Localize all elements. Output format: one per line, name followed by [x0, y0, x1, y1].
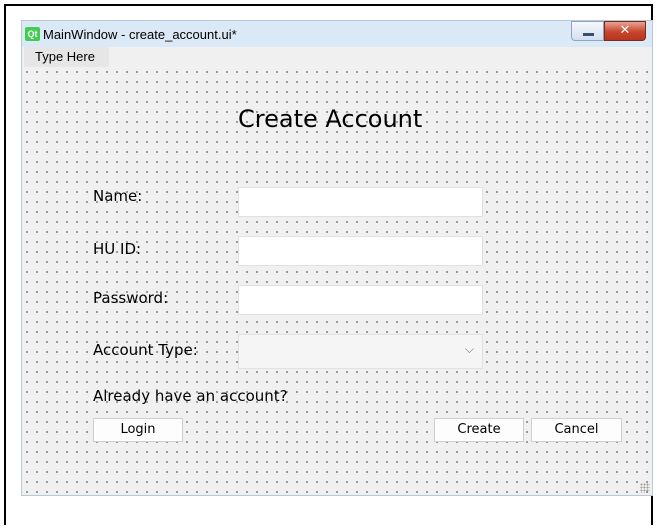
login-button[interactable]: Login	[93, 418, 183, 442]
menu-item-type-here[interactable]: Type Here	[24, 47, 109, 67]
already-have-account-text: Already have an account?	[93, 387, 288, 405]
minimize-icon	[583, 33, 594, 36]
chevron-down-icon: ⌵	[464, 342, 474, 356]
password-input[interactable]	[238, 285, 483, 315]
window-title: MainWindow - create_account.ui*	[43, 27, 237, 42]
menu-bar: Type Here	[22, 47, 652, 67]
hu-id-label: HU ID:	[93, 240, 142, 258]
cancel-button[interactable]: Cancel	[531, 418, 622, 442]
hu-id-input[interactable]	[238, 236, 483, 266]
form-canvas: Create Account Name: HU ID: Password: Ac…	[22, 67, 652, 495]
account-type-combobox[interactable]: ⌵	[238, 334, 483, 369]
minimize-button[interactable]	[571, 21, 604, 41]
close-icon: ✕	[619, 23, 631, 38]
main-window: Qt MainWindow - create_account.ui* ✕ Typ…	[21, 20, 653, 496]
resize-grip[interactable]	[640, 483, 650, 493]
qt-logo-icon: Qt	[25, 27, 40, 41]
create-button[interactable]: Create	[434, 418, 524, 442]
name-label: Name:	[93, 187, 143, 205]
page-title: Create Account	[238, 105, 423, 133]
name-input[interactable]	[238, 187, 483, 217]
account-type-label: Account Type:	[93, 341, 198, 359]
password-label: Password:	[93, 289, 169, 307]
close-button[interactable]: ✕	[604, 21, 646, 41]
title-bar[interactable]: Qt MainWindow - create_account.ui* ✕	[22, 21, 652, 47]
